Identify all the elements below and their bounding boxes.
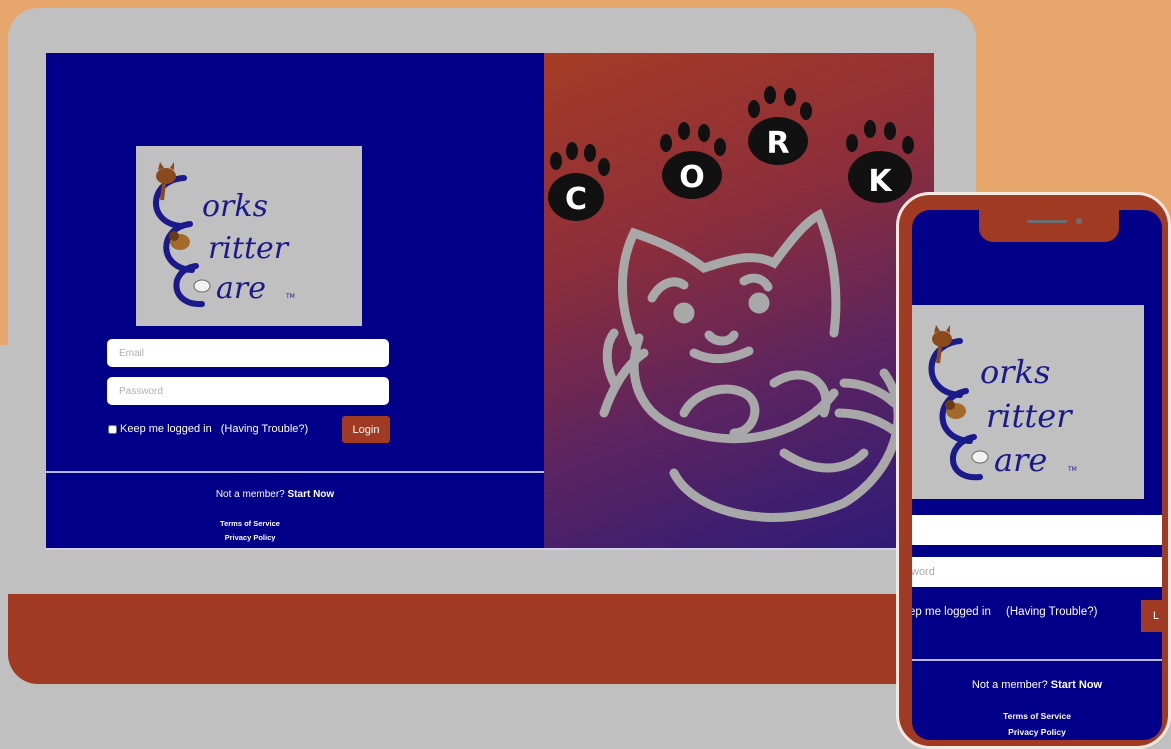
svg-text:R: R xyxy=(766,126,789,161)
footer-links: Terms of Service Privacy Policy xyxy=(46,517,454,545)
phone-screen: orks ritter are TM ep me logged in (Havi… xyxy=(912,210,1162,740)
privacy-policy-link[interactable]: Privacy Policy xyxy=(46,531,454,545)
svg-text:TM: TM xyxy=(1067,466,1077,473)
paw-print-r: R xyxy=(748,86,812,165)
phone-logo: orks ritter are TM xyxy=(912,305,1144,499)
keep-logged-in-label[interactable]: Keep me logged in xyxy=(120,423,212,435)
corks-critter-care-logo: orks ritter are TM xyxy=(136,146,362,326)
camera-icon xyxy=(1076,218,1082,224)
login-button[interactable]: Login xyxy=(342,416,390,443)
logo-word-1: orks xyxy=(202,189,268,224)
phone-login-button[interactable]: L xyxy=(1141,600,1162,632)
paw-print-c: C xyxy=(548,142,610,221)
laptop-screen: orks ritter are TM Keep me logged in (Ha… xyxy=(46,53,934,550)
svg-text:are: are xyxy=(994,441,1047,479)
logo-tm: TM xyxy=(285,293,295,300)
phone-privacy-policy-link[interactable]: Privacy Policy xyxy=(912,724,1162,740)
not-member-text: Not a member? xyxy=(215,489,285,500)
paw-print-k: K xyxy=(846,120,914,203)
cork-cat-artwork: C O R K xyxy=(544,53,934,550)
terms-of-service-link[interactable]: Terms of Service xyxy=(46,517,454,531)
email-field[interactable] xyxy=(107,339,389,367)
phone-notch xyxy=(979,210,1119,242)
keep-logged-in-checkbox[interactable] xyxy=(108,424,117,434)
phone-terms-of-service-link[interactable]: Terms of Service xyxy=(912,708,1162,724)
phone-email-field[interactable] xyxy=(912,515,1162,545)
phone-not-member-text: Not a member? xyxy=(971,679,1048,691)
logo-word-3: are xyxy=(216,271,266,306)
phone-keep-logged-in-row: ep me logged in (Having Trouble?) xyxy=(912,606,1097,618)
screen-bottom-line xyxy=(46,548,934,550)
laptop-device: orks ritter are TM Keep me logged in (Ha… xyxy=(8,8,976,684)
phone-start-now-link[interactable]: Start Now xyxy=(1051,679,1102,691)
phone-password-field[interactable] xyxy=(912,557,1162,587)
cat-outline-drawing xyxy=(599,208,919,522)
speaker-icon xyxy=(1027,220,1067,223)
phone-signup-prompt: Not a member? Start Now xyxy=(912,679,1162,691)
start-now-link[interactable]: Start Now xyxy=(288,489,335,500)
logo-word-2: ritter xyxy=(208,231,290,266)
phone-having-trouble-link[interactable]: (Having Trouble?) xyxy=(1006,606,1097,618)
signup-prompt: Not a member? Start Now xyxy=(46,489,504,500)
password-field[interactable] xyxy=(107,377,389,405)
svg-text:ritter: ritter xyxy=(986,397,1073,435)
svg-text:orks: orks xyxy=(980,353,1050,391)
paw-print-o: O xyxy=(660,122,726,199)
laptop-base xyxy=(8,594,976,684)
svg-text:C: C xyxy=(565,182,587,217)
having-trouble-link[interactable]: (Having Trouble?) xyxy=(221,423,308,435)
svg-text:K: K xyxy=(868,164,893,199)
phone-divider xyxy=(912,659,1162,661)
svg-text:O: O xyxy=(679,160,705,195)
login-panel: orks ritter are TM Keep me logged in (Ha… xyxy=(46,53,544,550)
phone-device: orks ritter are TM ep me logged in (Havi… xyxy=(896,192,1171,749)
keep-logged-in-row: Keep me logged in (Having Trouble?) xyxy=(108,423,308,435)
divider xyxy=(46,471,544,473)
phone-keep-logged-in-label[interactable]: ep me logged in xyxy=(912,606,991,618)
phone-footer-links: Terms of Service Privacy Policy xyxy=(912,708,1162,740)
